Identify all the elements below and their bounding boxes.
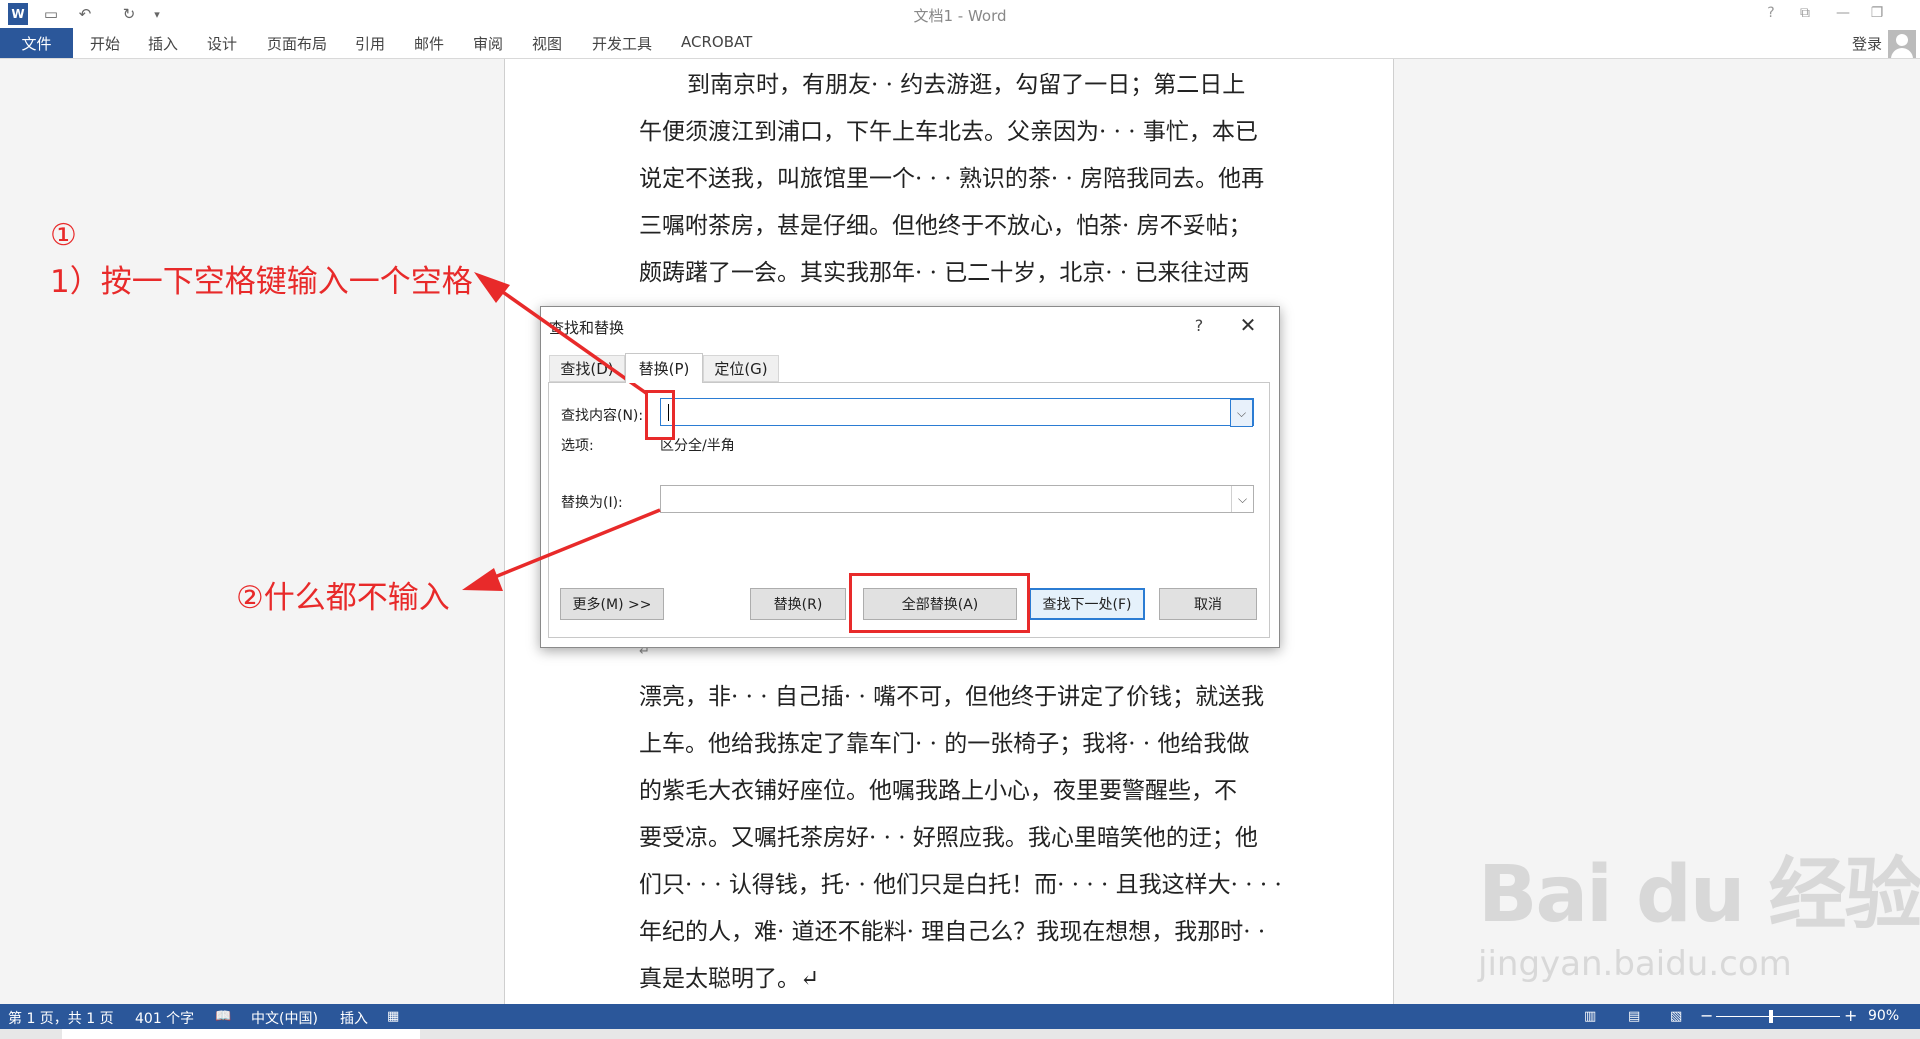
tab-acrobat[interactable]: ACROBAT [681,33,752,51]
find-replace-dialog: 查找和替换 ? ✕ 查找(D) 替换(P) 定位(G) 查找内容(N): ⌵ 选… [540,306,1280,648]
read-mode-icon[interactable]: ▥ [1584,1009,1596,1024]
macro-record-icon[interactable]: ▦ [387,1009,399,1024]
doc-line: 的紫毛大衣铺好座位。他嘱我路上小心，夜里要警醒些，不 [639,778,1237,804]
tab-insert[interactable]: 插入 [148,33,178,54]
doc-line: 到南京时，有朋友· · 约去游逛，勾留了一日；第二日上 [687,72,1246,98]
ribbon-display-icon[interactable]: ⧉ [1790,2,1820,24]
tab-find[interactable]: 查找(D) [549,355,625,382]
replace-button[interactable]: 替换(R) [750,588,846,620]
find-input[interactable]: ⌵ [660,398,1254,427]
avatar-icon[interactable] [1888,30,1916,58]
doc-line: 说定不送我，叫旅馆里一个· · · 熟识的茶· · 房陪我同去。他再 [639,166,1265,192]
tab-home[interactable]: 开始 [90,33,120,54]
ribbon-tabs: 文件 开始 插入 设计 页面布局 引用 邮件 审阅 视图 开发工具 ACROBA… [0,28,1920,59]
print-layout-icon[interactable]: ▤ [1628,1009,1640,1024]
dialog-help-icon[interactable]: ? [1187,313,1211,337]
tab-developer[interactable]: 开发工具 [592,33,652,54]
tab-goto[interactable]: 定位(G) [703,355,779,382]
doc-line: 颇踌躇了一会。其实我那年· · 已二十岁，北京· · 已来往过两 [639,260,1250,286]
cancel-button[interactable]: 取消 [1159,588,1257,620]
annotation-step2-text: ②什么都不输入 [236,580,450,616]
web-layout-icon[interactable]: ▧ [1670,1009,1682,1024]
more-button[interactable]: 更多(M) >> [560,588,664,620]
status-insert-mode[interactable]: 插入 [340,1008,368,1028]
annotation-step1-text: 1）按一下空格键输入一个空格 [50,264,473,300]
taskbar-strip [0,1029,1920,1039]
chevron-down-icon[interactable]: ⌵ [1231,486,1253,512]
zoom-in-button[interactable]: + [1844,1006,1857,1025]
proofing-icon[interactable]: 📖 [215,1009,231,1024]
tab-view[interactable]: 视图 [532,33,562,54]
doc-line: 上车。他给我拣定了靠车门· · 的一张椅子；我将· · 他给我做 [639,731,1250,757]
annotation-step1-marker: ① [50,218,77,253]
tab-page-layout[interactable]: 页面布局 [267,33,327,54]
watermark-logo-text: Bai du 经验 [1478,850,1920,940]
zoom-level[interactable]: 90% [1868,1008,1899,1024]
watermark-url: jingyan.baidu.com [1478,944,1792,984]
dialog-title: 查找和替换 [549,319,625,337]
doc-line: 三嘱咐茶房，甚是仔细。但他终于不放心，怕茶· 房不妥帖； [639,213,1252,239]
chevron-down-icon[interactable]: ⌵ [1230,399,1253,427]
restore-icon[interactable]: ❐ [1862,2,1892,24]
zoom-out-button[interactable]: − [1700,1006,1713,1025]
help-icon[interactable]: ? [1756,2,1786,24]
tab-review[interactable]: 审阅 [473,33,503,54]
replace-input[interactable]: ⌵ [660,485,1254,513]
status-page[interactable]: 第 1 页，共 1 页 [8,1008,114,1028]
zoom-slider-thumb[interactable] [1769,1010,1774,1023]
signin-link[interactable]: 登录 [1852,33,1882,54]
highlight-find-input [645,390,675,440]
tab-mailings[interactable]: 邮件 [414,33,444,54]
status-language[interactable]: 中文(中国) [251,1008,318,1028]
status-bar: 第 1 页，共 1 页 401 个字 📖 中文(中国) 插入 ▦ ▥ ▤ ▧ −… [0,1004,1920,1029]
doc-line: 们只· · · 认得钱，托· · 他们只是白托！而· · · · 且我这样大· … [639,872,1282,898]
tab-replace[interactable]: 替换(P) [625,353,703,383]
doc-line: 真是太聪明了。↵ [639,966,820,992]
dialog-close-icon[interactable]: ✕ [1235,312,1261,338]
tab-references[interactable]: 引用 [355,33,385,54]
doc-line: 漂亮，非· · · 自己插· · 嘴不可，但他终于讲定了价钱；就送我 [639,684,1265,710]
doc-line: 午便须渡江到浦口，下午上车北去。父亲因为· · · 事忙，本已 [639,119,1258,145]
zoom-slider-track[interactable] [1716,1016,1840,1017]
minimize-icon[interactable]: — [1828,2,1858,24]
title-bar: W ▭ ↶ ↻ ▾ 文档1 - Word ? ⧉ — ❐ [0,0,1920,28]
doc-line: 年纪的人，难· 道还不能料· 理自己么？我现在想想，我那时· · [639,919,1266,945]
highlight-replace-all [849,573,1030,633]
doc-line: 要受凉。又嘱托茶房好· · · 好照应我。我心里暗笑他的迂；他 [639,825,1258,851]
status-word-count[interactable]: 401 个字 [135,1008,194,1028]
options-label: 选项: [561,438,594,454]
replace-label: 替换为(I): [561,495,623,511]
find-label: 查找内容(N): [561,408,644,424]
find-next-button[interactable]: 查找下一处(F) [1029,588,1145,620]
tab-design[interactable]: 设计 [207,33,237,54]
tab-file[interactable]: 文件 [0,28,73,58]
window-title: 文档1 - Word [913,7,1007,25]
